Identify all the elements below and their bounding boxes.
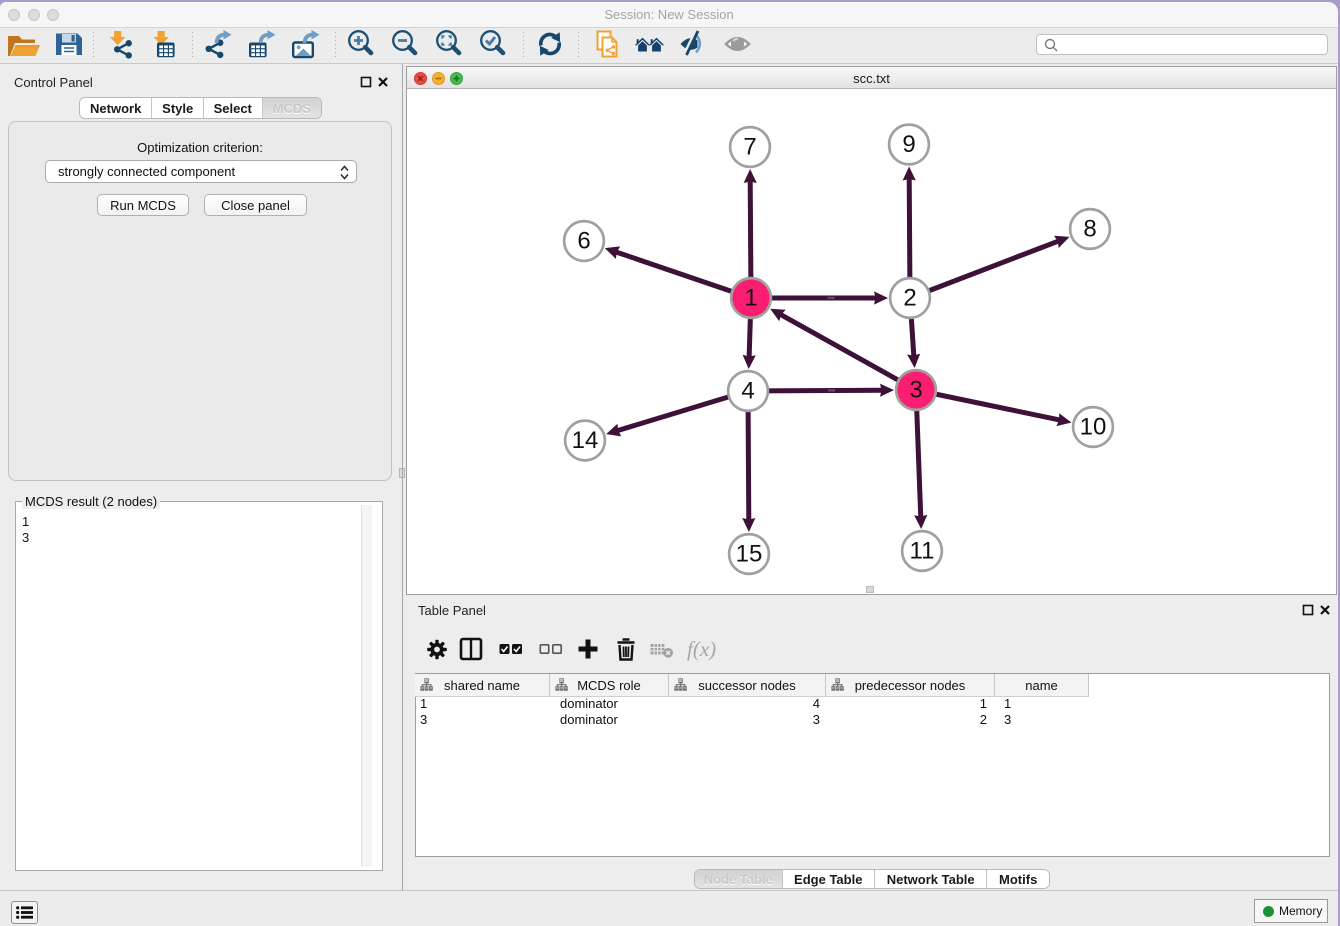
svg-text:10: 10 <box>1080 414 1107 441</box>
svg-text:14: 14 <box>572 427 599 454</box>
svg-text:6: 6 <box>577 228 590 255</box>
svg-text:15: 15 <box>736 541 763 568</box>
svg-text:3: 3 <box>909 377 922 404</box>
svg-text:8: 8 <box>1083 216 1096 243</box>
svg-text:1: 1 <box>744 285 757 312</box>
svg-text:11: 11 <box>910 538 935 565</box>
svg-text:2: 2 <box>903 285 916 312</box>
svg-text:7: 7 <box>743 134 756 161</box>
svg-text:4: 4 <box>741 378 754 405</box>
svg-text:9: 9 <box>902 131 915 158</box>
